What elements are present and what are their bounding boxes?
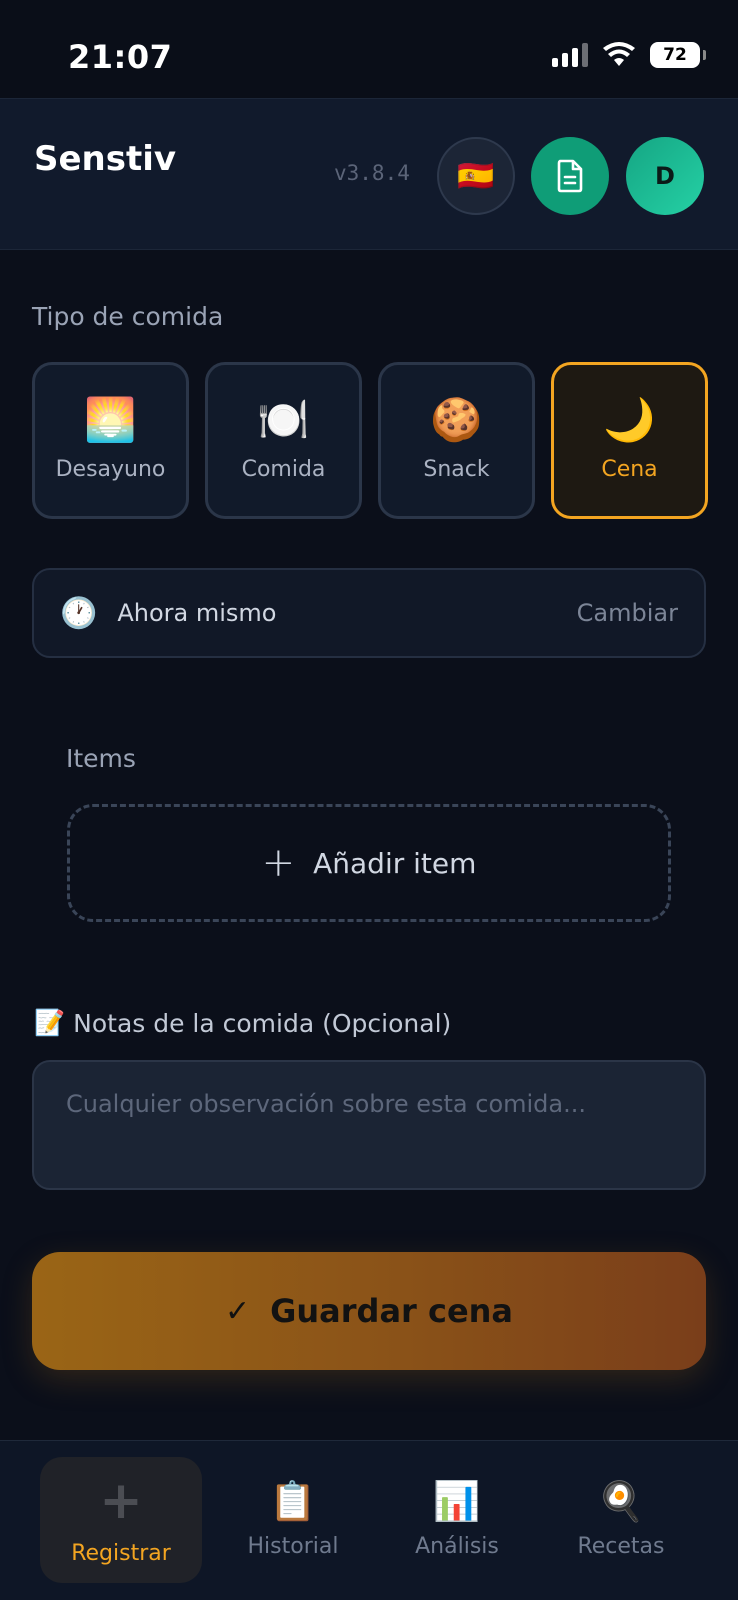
app-header: Senstiv v3.8.4 🇪🇸 D: [0, 98, 738, 250]
tab-registrar[interactable]: + Registrar: [40, 1457, 202, 1583]
app-version: v3.8.4: [334, 161, 410, 185]
spain-flag-icon: 🇪🇸: [457, 158, 495, 194]
user-avatar-button[interactable]: D: [626, 137, 704, 215]
meal-option-desayuno[interactable]: 🌅 Desayuno: [32, 362, 189, 519]
app-title: Senstiv: [34, 139, 177, 179]
cookie-icon: 🍪: [430, 395, 483, 444]
status-icons: 72: [552, 42, 706, 68]
cellular-signal-icon: [552, 43, 588, 67]
items-label: Items: [66, 744, 136, 773]
tab-label: Registrar: [71, 1540, 171, 1566]
battery-icon: 72: [650, 42, 706, 68]
status-time: 21:07: [68, 38, 173, 76]
plus-icon: +: [99, 1470, 143, 1531]
meal-option-snack[interactable]: 🍪 Snack: [378, 362, 535, 519]
memo-icon: 📝: [34, 1008, 66, 1037]
document-icon: [557, 159, 583, 193]
save-meal-button[interactable]: ✓ Guardar cena: [32, 1252, 706, 1370]
meal-time-row[interactable]: 🕐 Ahora mismo Cambiar: [32, 568, 706, 658]
meal-type-selector: 🌅 Desayuno 🍽️ Comida 🍪 Snack 🌙 Cena: [32, 362, 708, 519]
meal-time-value: Ahora mismo: [117, 599, 277, 627]
plate-cutlery-icon: 🍽️: [257, 395, 310, 444]
notes-label-text: Notas de la comida (Opcional): [73, 1008, 452, 1038]
tab-analisis[interactable]: 📊 Análisis: [376, 1457, 538, 1583]
bottom-tab-bar: + Registrar 📋 Historial 📊 Análisis 🍳 Rec…: [0, 1440, 738, 1600]
notes-input[interactable]: [32, 1060, 706, 1190]
bar-chart-icon: 📊: [433, 1478, 481, 1523]
plus-icon: +: [261, 840, 296, 886]
meal-option-label: Comida: [241, 457, 326, 482]
change-time-button[interactable]: Cambiar: [577, 599, 678, 627]
meal-option-label: Snack: [423, 457, 490, 482]
tab-historial[interactable]: 📋 Historial: [212, 1457, 374, 1583]
frying-pan-icon: 🍳: [597, 1478, 645, 1523]
tab-label: Recetas: [577, 1533, 665, 1559]
meal-option-cena[interactable]: 🌙 Cena: [551, 362, 708, 519]
moon-icon: 🌙: [603, 395, 656, 444]
language-button[interactable]: 🇪🇸: [437, 137, 515, 215]
save-meal-label: Guardar cena: [270, 1292, 514, 1330]
add-item-button[interactable]: + Añadir item: [67, 804, 671, 922]
tab-label: Análisis: [415, 1533, 499, 1559]
meal-option-label: Desayuno: [55, 457, 166, 482]
wifi-icon: [603, 42, 635, 66]
clipboard-icon: 📋: [269, 1478, 317, 1523]
tab-recetas[interactable]: 🍳 Recetas: [540, 1457, 702, 1583]
check-icon: ✓: [224, 1293, 251, 1329]
clock-icon: 🕐: [60, 595, 98, 631]
document-button[interactable]: [531, 137, 609, 215]
notes-label: 📝 Notas de la comida (Opcional): [34, 1008, 451, 1038]
tab-label: Historial: [247, 1533, 339, 1559]
add-item-label: Añadir item: [313, 846, 477, 880]
meal-type-label: Tipo de comida: [32, 302, 224, 331]
sunrise-icon: 🌅: [84, 395, 137, 444]
status-bar: 21:07 72: [0, 0, 738, 98]
meal-option-label: Cena: [601, 457, 658, 482]
meal-option-comida[interactable]: 🍽️ Comida: [205, 362, 362, 519]
